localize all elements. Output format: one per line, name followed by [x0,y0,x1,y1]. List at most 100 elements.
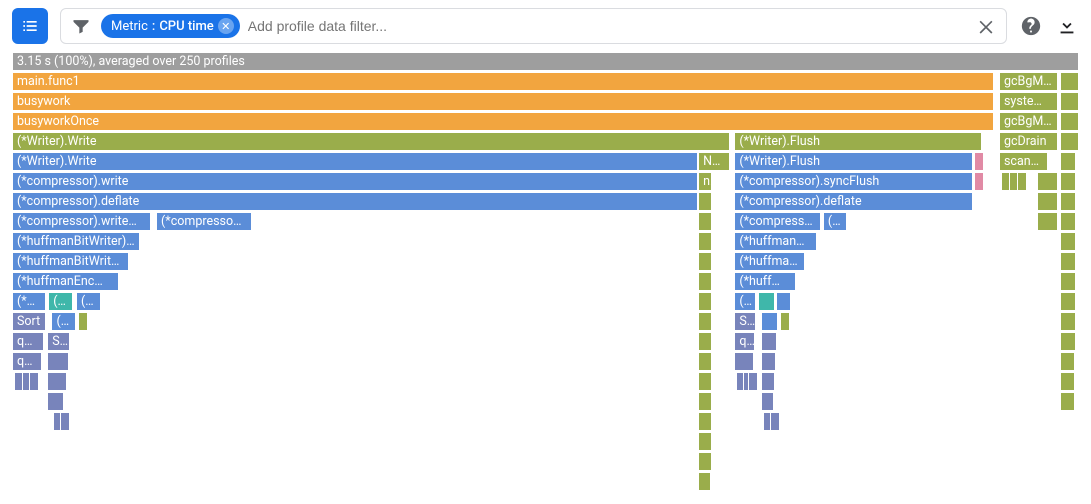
flame-frame[interactable] [761,392,774,411]
flame-frame[interactable]: (*… [76,292,101,311]
metric-chip[interactable]: Metric : CPU time ✕ [101,14,240,38]
flame-frame[interactable]: (*Writer).Write [12,152,698,171]
list-menu-button[interactable] [12,8,48,44]
flame-frame[interactable] [1060,392,1075,411]
help-icon[interactable] [1019,14,1043,38]
flame-frame[interactable]: (*compress… [734,212,820,231]
flame-frame[interactable]: (*compresso… [156,212,252,231]
flame-frame[interactable] [776,292,791,311]
flame-frame[interactable]: scan… [999,152,1048,171]
flame-frame[interactable]: (*Writer).Flush [734,132,982,151]
flame-frame[interactable] [1037,172,1057,191]
flame-frame[interactable] [698,392,712,411]
chip-remove-icon[interactable]: ✕ [218,18,234,34]
flame-frame[interactable]: (… [734,292,755,311]
flame-frame[interactable]: S… [734,312,755,331]
flame-frame[interactable] [1060,332,1076,351]
flame-frame[interactable]: qui… [12,332,44,351]
flame-frame[interactable]: (*Writer).Flush [734,152,973,171]
flame-frame[interactable]: S… [47,332,69,351]
flame-frame[interactable] [60,412,70,431]
flame-frame[interactable]: (*compressor).deflate [12,192,698,211]
flame-frame[interactable]: Ne… [698,152,730,171]
flame-frame[interactable]: (*huffmanBi… [734,232,816,251]
flame-frame[interactable]: (*huffmanBitWrite… [12,252,129,271]
flame-frame[interactable] [1060,92,1079,111]
flame-frame[interactable] [698,372,712,391]
flame-frame[interactable] [1060,252,1076,271]
flame-frame[interactable]: (*compressor).deflate [734,192,973,211]
flame-frame[interactable] [761,312,778,331]
flame-frame[interactable] [780,312,790,331]
flame-frame[interactable] [1037,212,1057,231]
flame-frame[interactable]: n… [698,172,712,191]
flame-frame[interactable] [1060,352,1075,371]
flame-frame[interactable] [770,412,780,431]
flame-frame[interactable] [1060,272,1076,291]
flame-frame[interactable]: gcBgMark… [999,72,1058,91]
flame-frame[interactable] [47,392,64,411]
flame-frame[interactable] [29,372,39,391]
flame-frame[interactable] [1060,312,1076,331]
flame-frame[interactable]: gcDrain [999,132,1058,151]
flame-frame[interactable] [1060,292,1076,311]
flame-frame[interactable]: (*huffma… [734,252,804,271]
flame-frame[interactable] [698,352,712,371]
flame-frame[interactable]: 3.15 s (100%), averaged over 250 profile… [12,52,1079,71]
flame-frame[interactable] [698,472,711,491]
filter-input[interactable] [248,18,966,34]
flame-frame[interactable] [47,352,68,371]
flame-frame[interactable] [758,292,775,311]
flame-frame[interactable] [698,272,712,291]
flame-frame[interactable] [974,172,984,191]
flame-frame[interactable] [748,372,758,391]
flame-frame[interactable]: (*Writer).Write [12,132,730,151]
flame-frame[interactable] [761,352,776,371]
flame-frame[interactable] [1060,192,1076,211]
flame-frame[interactable]: (*… [823,212,848,231]
flame-frame[interactable]: (*… [48,292,73,311]
flame-frame[interactable] [698,452,712,471]
flame-frame[interactable] [761,332,777,351]
flame-frame[interactable] [78,312,88,331]
flame-frame[interactable] [698,412,712,431]
flame-frame[interactable]: (*compressor).syncFlush [734,172,973,191]
flame-frame[interactable] [698,332,712,351]
flame-frame[interactable] [761,372,775,391]
flame-frame[interactable]: (*… [51,312,76,331]
download-icon[interactable] [1055,14,1079,38]
flame-frame[interactable] [1060,72,1079,91]
flame-frame[interactable]: (*by… [12,292,46,311]
flame-frame[interactable] [1060,372,1075,391]
flame-frame[interactable] [698,192,712,211]
flame-frame[interactable]: gcBgMar… [999,112,1058,131]
filter-icon[interactable] [69,16,93,36]
flame-frame[interactable] [1060,132,1079,151]
flame-graph[interactable]: 3.15 s (100%), averaged over 250 profile… [12,52,1079,492]
clear-icon[interactable] [974,14,998,38]
flame-frame[interactable] [1060,232,1076,251]
flame-frame[interactable] [974,152,984,171]
flame-frame[interactable] [734,352,753,371]
flame-frame[interactable]: systemst… [999,92,1058,111]
flame-frame[interactable] [1060,212,1076,231]
flame-frame[interactable] [47,372,67,391]
flame-frame[interactable]: q… [12,352,42,371]
flame-frame[interactable]: busyworkOnce [12,112,994,131]
flame-frame[interactable]: (*compressor).write [12,172,698,191]
flame-frame[interactable] [698,432,712,451]
flame-frame[interactable]: (*huffmanBitWriter)…. [12,232,140,251]
flame-frame[interactable]: (*huff… [734,272,796,291]
flame-frame[interactable]: q… [734,332,754,351]
flame-frame[interactable] [1017,172,1027,191]
flame-frame[interactable] [1060,152,1076,171]
flame-frame[interactable]: Sort [12,312,46,331]
flame-frame[interactable]: (*huffmanEnc… [12,272,119,291]
flame-frame[interactable] [1060,172,1076,191]
flame-frame[interactable] [698,312,712,331]
flame-frame[interactable] [698,292,712,311]
flame-frame[interactable] [698,252,712,271]
flame-frame[interactable] [698,212,712,231]
flame-frame[interactable]: main.func1 [12,72,994,91]
flame-frame[interactable]: (*compressor).write… [12,212,151,231]
